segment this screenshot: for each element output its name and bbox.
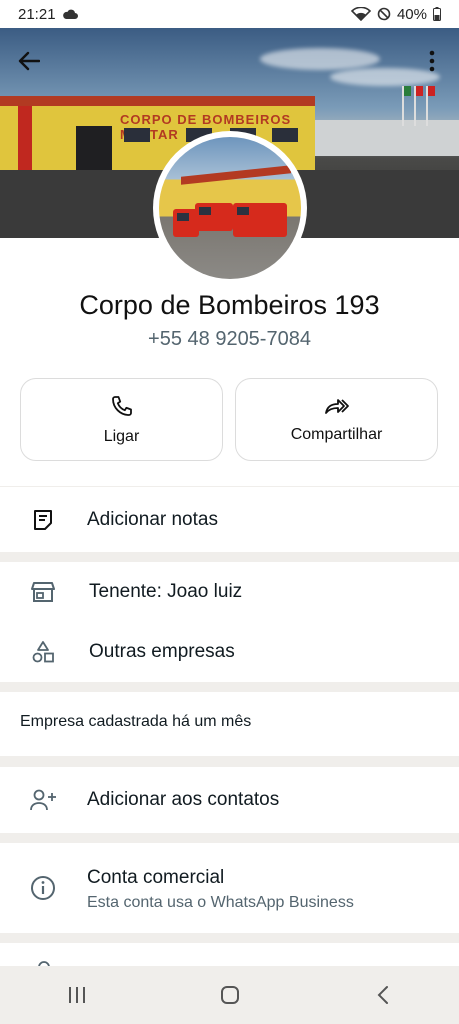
shapes-icon <box>28 637 58 667</box>
next-section <box>0 943 459 968</box>
other-businesses-label: Outras empresas <box>89 641 235 662</box>
add-contact-label: Adicionar aos contatos <box>87 789 280 810</box>
recent-apps-icon <box>68 987 85 1003</box>
other-businesses-row[interactable]: Outras empresas <box>0 622 459 682</box>
registered-label: Empresa cadastrada há um mês <box>20 713 252 730</box>
registered-section: Empresa cadastrada há um mês <box>0 692 459 756</box>
share-label: Compartilhar <box>290 425 383 443</box>
business-account-subtitle: Esta conta usa o WhatsApp Business <box>87 894 354 911</box>
profile-avatar[interactable] <box>153 131 307 285</box>
call-label: Ligar <box>103 427 140 445</box>
call-button[interactable]: Ligar <box>20 378 223 461</box>
cloud-icon <box>62 9 78 19</box>
system-back-button[interactable] <box>363 975 403 1015</box>
battery-level: 40% <box>396 5 427 23</box>
do-not-disturb-icon <box>377 7 391 21</box>
contacts-section: Adicionar aos contatos <box>0 767 459 833</box>
notes-section: Adicionar notas <box>0 487 459 552</box>
home-button[interactable] <box>210 975 250 1015</box>
profile-name: Corpo de Bombeiros 193 <box>79 290 380 320</box>
more-options-button[interactable] <box>420 46 444 76</box>
system-navigation-bar <box>0 966 459 1024</box>
owner-row: Tenente: Joao luiz <box>0 562 459 622</box>
arrow-left-icon <box>18 51 40 71</box>
notes-icon <box>28 505 58 535</box>
add-notes-row[interactable]: Adicionar notas <box>0 487 459 552</box>
business-account-section: Conta comercial Esta conta usa o WhatsAp… <box>0 843 459 933</box>
status-time: 21:21 <box>18 5 56 23</box>
profile-phone: +55 48 9205-7084 <box>148 328 311 350</box>
phone-icon <box>111 395 132 416</box>
business-account-row[interactable]: Conta comercial Esta conta usa o WhatsAp… <box>0 843 459 933</box>
home-icon <box>220 986 239 1004</box>
chevron-left-icon <box>377 986 388 1004</box>
add-contact-icon <box>28 785 58 815</box>
more-vertical-icon <box>429 50 435 72</box>
add-notes-label: Adicionar notas <box>87 508 218 530</box>
business-account-title: Conta comercial <box>87 867 225 888</box>
wifi-icon <box>350 7 371 21</box>
business-info-section: Tenente: Joao luiz Outras empresas <box>0 562 459 682</box>
battery-icon <box>433 7 441 21</box>
back-button[interactable] <box>14 46 44 76</box>
share-icon <box>324 398 349 414</box>
recent-apps-button[interactable] <box>57 975 97 1015</box>
owner-label: Tenente: Joao luiz <box>89 581 243 602</box>
add-contact-row[interactable]: Adicionar aos contatos <box>0 767 459 833</box>
share-button[interactable]: Compartilhar <box>235 378 438 461</box>
status-bar: 21:21 40% <box>0 0 459 28</box>
info-icon <box>28 873 58 903</box>
storefront-icon <box>28 577 58 607</box>
